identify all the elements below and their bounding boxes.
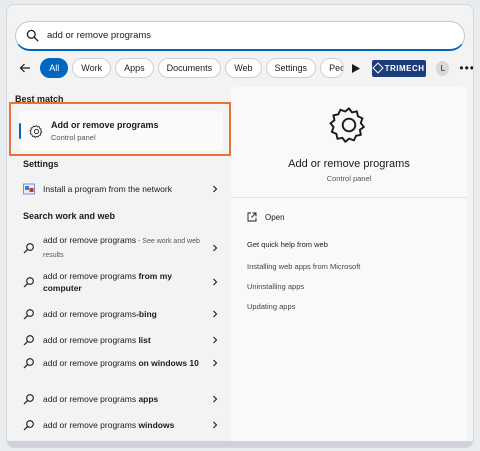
divider <box>231 197 467 198</box>
web-result-4[interactable]: add or remove programs list <box>23 334 219 346</box>
chevron-right-icon <box>213 185 218 193</box>
preview-subtitle: Control panel <box>326 174 372 183</box>
chevron-right-icon <box>213 421 218 429</box>
start-search-panel: All Work Apps Documents Web Settings Peo… <box>6 4 474 448</box>
search-icon <box>23 358 34 369</box>
search-icon <box>23 420 34 431</box>
web-result-label: add or remove programs list <box>43 335 151 345</box>
more-options-button[interactable]: ••• <box>459 62 473 74</box>
chevron-right-icon <box>213 359 218 367</box>
search-icon <box>26 29 39 42</box>
web-result-label: add or remove programs-bing <box>43 309 157 319</box>
web-result-label: add or remove programs apps <box>43 394 159 404</box>
web-result-2[interactable]: add or remove programs from my computer <box>23 270 219 294</box>
web-result-label: add or remove programs on windows 10 <box>43 358 199 368</box>
help-link-installing[interactable]: Installing web apps from Microsoft <box>247 262 360 271</box>
search-work-web-heading: Search work and web <box>23 211 116 221</box>
open-action[interactable]: Open <box>247 212 285 222</box>
web-result-7[interactable]: add or remove programs windows <box>23 419 219 431</box>
arrow-left-icon <box>19 63 30 73</box>
chevron-right-icon <box>213 336 218 344</box>
settings-result-label: Install a program from the network <box>43 184 172 194</box>
web-result-label: add or remove programs from my computer <box>43 271 172 293</box>
preview-pane: Add or remove programs Control panel Ope… <box>231 87 467 443</box>
filter-chip-people[interactable]: Peo <box>320 58 345 78</box>
search-input[interactable] <box>47 30 447 41</box>
settings-result-install-network[interactable]: Install a program from the network <box>23 183 219 195</box>
filter-chip-web[interactable]: Web <box>225 58 262 78</box>
filter-bar: All Work Apps Documents Web Settings Peo… <box>15 57 473 79</box>
org-logo[interactable]: TRIMECH <box>371 59 427 77</box>
filter-chip-settings[interactable]: Settings <box>265 58 317 78</box>
quick-help-heading: Get quick help from web <box>247 240 328 249</box>
search-icon <box>23 277 34 288</box>
open-label: Open <box>265 212 285 222</box>
search-icon <box>23 309 34 320</box>
trimech-logo-icon <box>371 62 384 74</box>
filter-chip-apps[interactable]: Apps <box>115 58 154 78</box>
search-icon <box>23 243 34 254</box>
chevron-right-icon <box>213 244 218 252</box>
help-link-uninstalling[interactable]: Uninstalling apps <box>247 282 304 291</box>
back-button[interactable] <box>15 57 34 79</box>
play-icon <box>351 63 360 73</box>
web-result-5[interactable]: add or remove programs on windows 10 <box>23 357 219 369</box>
web-result-1[interactable]: add or remove programs - See work and we… <box>23 234 219 262</box>
open-external-icon <box>247 212 257 222</box>
filter-chip-documents[interactable]: Documents <box>157 58 222 78</box>
filter-chip-all[interactable]: All <box>40 58 69 78</box>
search-icon <box>23 394 34 405</box>
control-panel-icon <box>23 183 35 195</box>
avatar[interactable]: L <box>436 60 450 76</box>
highlight-annotation-box <box>9 102 231 156</box>
web-result-label: add or remove programs - See work and we… <box>43 235 200 259</box>
chevron-right-icon <box>213 395 218 403</box>
filter-chip-work[interactable]: Work <box>72 58 112 78</box>
chevron-right-icon <box>213 278 218 286</box>
search-box[interactable] <box>15 21 465 51</box>
gear-icon <box>329 107 365 143</box>
search-icon <box>23 335 34 346</box>
settings-heading: Settings <box>23 159 59 169</box>
more-filters-button[interactable] <box>348 58 364 78</box>
taskbar-edge <box>7 441 473 447</box>
preview-title: Add or remove programs <box>288 158 410 170</box>
help-link-updating[interactable]: Updating apps <box>247 302 295 311</box>
web-result-3[interactable]: add or remove programs-bing <box>23 308 219 320</box>
web-result-label: add or remove programs windows <box>43 420 175 430</box>
web-result-6[interactable]: add or remove programs apps <box>23 393 219 405</box>
chevron-right-icon <box>213 310 218 318</box>
org-logo-label: TRIMECH <box>384 63 425 73</box>
